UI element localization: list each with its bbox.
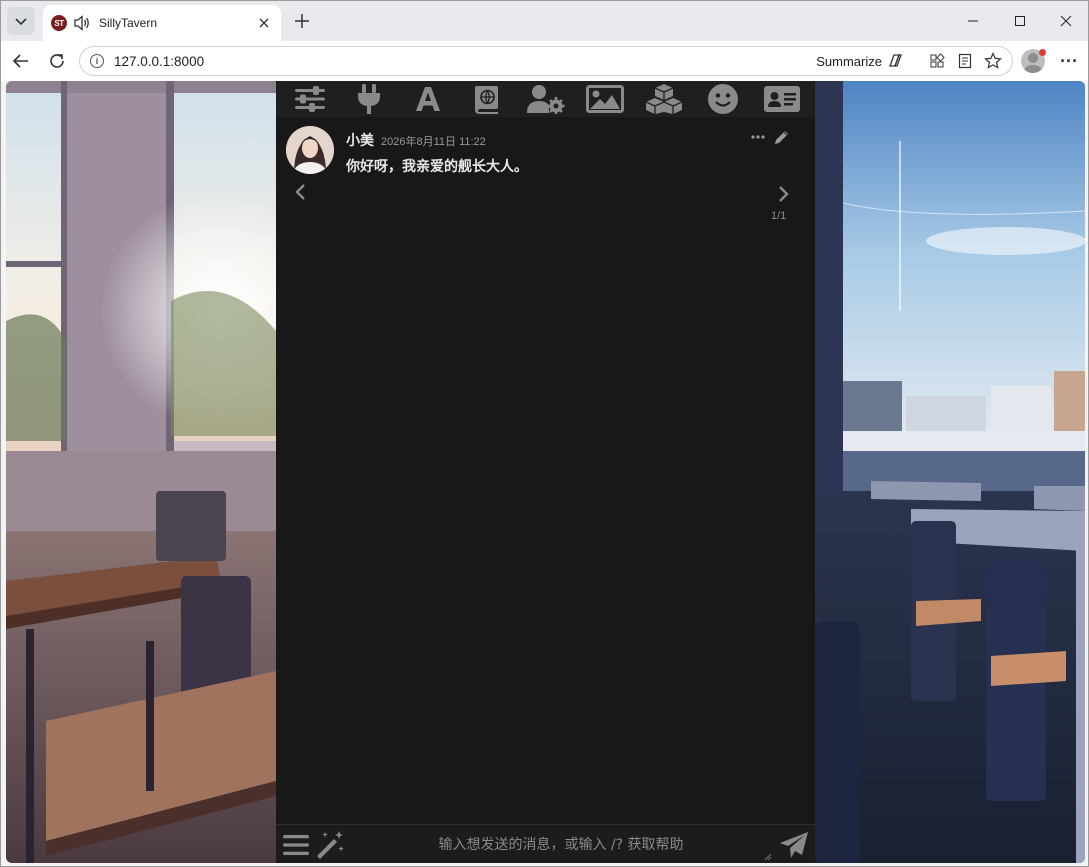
star-icon[interactable] bbox=[984, 52, 1002, 70]
extensions-icon[interactable] bbox=[928, 52, 946, 70]
chat-message: 小美 2026年8月11日 11:22 你好呀，我亲爱的舰长大人。 1/1 bbox=[276, 119, 815, 229]
browser-window: ST SillyTavern i 127.0.0.1:8000 Summariz… bbox=[0, 0, 1089, 867]
chevron-down-icon bbox=[15, 18, 27, 26]
cubes-icon[interactable] bbox=[644, 83, 684, 115]
browser-toolbar: i 127.0.0.1:8000 Summarize ··· bbox=[1, 41, 1088, 81]
chat-panel: 小美 2026年8月11日 11:22 你好呀，我亲爱的舰长大人。 1/1 bbox=[276, 81, 815, 863]
more-options-icon[interactable] bbox=[749, 128, 767, 146]
image-icon[interactable] bbox=[585, 83, 625, 115]
back-button[interactable] bbox=[7, 47, 35, 75]
speaker-icon[interactable] bbox=[73, 15, 91, 31]
user-gear-icon[interactable] bbox=[526, 83, 566, 115]
swipe-left-icon[interactable] bbox=[292, 181, 308, 203]
options-menu-icon[interactable] bbox=[282, 832, 310, 858]
address-bar[interactable]: i 127.0.0.1:8000 Summarize bbox=[79, 46, 1013, 76]
url-text[interactable]: 127.0.0.1:8000 bbox=[114, 54, 816, 69]
maximize-button[interactable] bbox=[998, 5, 1042, 37]
magic-wand-icon[interactable] bbox=[314, 830, 346, 860]
send-button[interactable] bbox=[778, 830, 810, 860]
new-tab-button[interactable] bbox=[290, 9, 314, 33]
tab-title: SillyTavern bbox=[99, 16, 158, 30]
message-timestamp: 2026年8月11日 11:22 bbox=[381, 136, 486, 148]
info-icon[interactable]: i bbox=[90, 54, 104, 68]
tab-strip: ST SillyTavern bbox=[1, 1, 1088, 41]
resize-grip-icon[interactable] bbox=[762, 851, 772, 861]
message-input[interactable] bbox=[352, 831, 770, 859]
reading-mode-icon[interactable] bbox=[956, 52, 974, 70]
top-navigation-bar bbox=[276, 81, 815, 117]
paper-plane-icon bbox=[780, 832, 808, 858]
reload-button[interactable] bbox=[43, 47, 71, 75]
reload-icon bbox=[50, 54, 64, 68]
send-form bbox=[276, 824, 815, 863]
notification-dot bbox=[1039, 49, 1046, 56]
close-icon bbox=[1060, 15, 1072, 27]
edit-pencil-icon[interactable] bbox=[773, 128, 791, 146]
id-card-icon[interactable] bbox=[762, 83, 802, 115]
book-icon[interactable] bbox=[467, 83, 507, 115]
favicon: ST bbox=[51, 15, 67, 31]
page-viewport: 小美 2026年8月11日 11:22 你好呀，我亲爱的舰长大人。 1/1 bbox=[6, 81, 1085, 863]
tab-list-button[interactable] bbox=[7, 7, 35, 35]
minimize-button[interactable] bbox=[951, 5, 995, 37]
summarize-button[interactable]: Summarize bbox=[816, 52, 904, 70]
swipe-counter: 1/1 bbox=[771, 210, 787, 222]
message-text: 你好呀，我亲爱的舰长大人。 bbox=[346, 158, 528, 174]
more-menu-icon[interactable]: ··· bbox=[1057, 49, 1081, 73]
back-icon bbox=[12, 54, 28, 68]
window-close-button[interactable] bbox=[1044, 5, 1088, 37]
swipe-right-icon[interactable] bbox=[776, 183, 792, 205]
plus-icon bbox=[295, 14, 309, 28]
minimize-icon bbox=[968, 20, 978, 22]
avatar[interactable] bbox=[286, 126, 334, 174]
smile-icon[interactable] bbox=[703, 83, 743, 115]
plug-icon[interactable] bbox=[349, 83, 389, 115]
copilot-icon bbox=[889, 54, 902, 67]
tab-sillytavern[interactable]: ST SillyTavern bbox=[43, 5, 281, 41]
maximize-icon bbox=[1015, 16, 1025, 26]
sliders-icon[interactable] bbox=[290, 83, 330, 115]
summarize-label: Summarize bbox=[816, 53, 882, 69]
character-name: 小美 bbox=[346, 132, 374, 148]
font-icon[interactable] bbox=[408, 83, 448, 115]
close-icon[interactable] bbox=[255, 14, 273, 32]
